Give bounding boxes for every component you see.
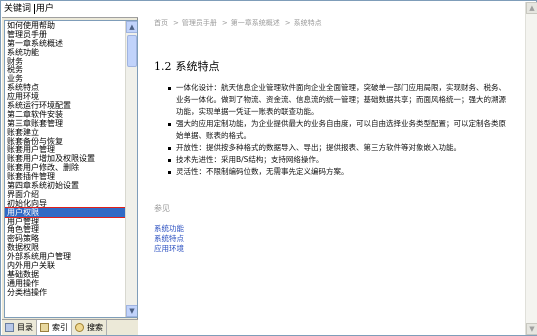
tab-label: 索引: [52, 323, 68, 332]
index-list-box: 如何使用帮助 管理员手册 第一章系统概述 系统功能 财务 税务 业务 系统特点 应用环境 系统运行…: [4, 20, 138, 318]
navigation-pane: 关键词 用户 如何使用帮助 管理员手册 第一章系统概述 系统功能 财务 税务 业务 系统特点应…: [2, 2, 138, 335]
breadcrumb-separator: >: [284, 19, 291, 27]
breadcrumb-separator: >: [173, 19, 179, 27]
breadcrumb-chapter[interactable]: 第一章系统概述: [231, 19, 280, 27]
scroll-up-icon[interactable]: ▲: [126, 21, 137, 33]
list-item: 一体化设计：航天信息企业管理软件面向企业全面管理，突破单一部门应用局限，实现财务…: [168, 82, 508, 118]
list-item[interactable]: 账套用户修改、删除: [5, 163, 126, 172]
keyword-label: 关键词: [4, 4, 32, 14]
list-item[interactable]: 外部系统用户管理: [5, 252, 126, 261]
list-item[interactable]: 内外用户关联: [5, 261, 126, 270]
list-item[interactable]: 账套建立: [5, 128, 126, 137]
index-icon: [40, 323, 49, 332]
list-item[interactable]: 系统功能: [5, 48, 126, 57]
breadcrumb-manual[interactable]: 管理员手册: [182, 19, 217, 27]
list-item[interactable]: 财务: [5, 57, 126, 66]
search-icon: [75, 323, 84, 332]
list-item[interactable]: 密码策略: [5, 234, 126, 243]
link-environment[interactable]: 应用环境: [154, 244, 184, 254]
keyword-input[interactable]: 用户: [33, 4, 54, 14]
feature-list: 一体化设计：航天信息企业管理软件面向企业全面管理，突破单一部门应用局限，实现财务…: [168, 82, 508, 178]
list-item[interactable]: 数据权限: [5, 243, 126, 252]
list-item[interactable]: 角色管理: [5, 225, 126, 235]
list-item[interactable]: 业务: [5, 74, 126, 83]
list-item[interactable]: 系统特点: [5, 83, 126, 92]
list-item: 灵活性：不限制编码位数，无需事先定义编码方案。: [168, 166, 508, 178]
list-item[interactable]: 账套用户增加及权限设置: [5, 154, 126, 163]
list-item[interactable]: 第一章系统概述: [5, 39, 126, 48]
tab-search[interactable]: 搜索: [72, 320, 107, 335]
breadcrumb-home[interactable]: 首页: [154, 19, 168, 27]
list-item[interactable]: 第三章账套管理: [5, 119, 126, 128]
tab-label: 目录: [17, 323, 33, 332]
list-item[interactable]: 应用环境: [5, 92, 126, 101]
list-item[interactable]: 税务: [5, 65, 126, 75]
link-system-features[interactable]: 系统特点: [154, 234, 184, 244]
scroll-down-icon[interactable]: ▼: [526, 323, 537, 335]
list-item[interactable]: 账套用户管理: [5, 145, 126, 155]
breadcrumb-separator: >: [221, 19, 228, 27]
list-item[interactable]: 用户权限: [5, 206, 127, 218]
scroll-down-icon[interactable]: ▼: [126, 305, 137, 317]
list-item: 开放性：提供按多种格式的数据导入、导出；提供报表、第三方软件等对象嵌入功能。: [168, 142, 508, 154]
keyword-bar: 关键词 用户: [2, 2, 138, 18]
see-also-heading: 参见: [154, 204, 170, 213]
list-item[interactable]: 基础数据: [5, 270, 126, 279]
page-title: 1.2 系统特点: [154, 58, 220, 74]
list-item: 强大的应用定制功能，为企业提供最大的业务自由度，可以自由选择业务类型配置；可以定…: [168, 118, 508, 142]
help-window: 关键词 用户 如何使用帮助 管理员手册 第一章系统概述 系统功能 财务 税务 业务 系统特点应…: [0, 0, 537, 336]
book-icon: [5, 323, 14, 332]
list-item: 技术先进性：采用B/S结构；支持网络操作。: [168, 154, 508, 166]
list-item[interactable]: 如何使用帮助: [5, 21, 126, 30]
list-item[interactable]: 分类档操作: [5, 288, 126, 297]
list-item[interactable]: 系统运行环境配置: [5, 101, 126, 110]
index-list: 如何使用帮助 管理员手册 第一章系统概述 系统功能 财务 税务 业务 系统特点 应用环境 系统运行…: [5, 21, 127, 297]
list-item[interactable]: 第四章系统初始设置: [5, 181, 126, 190]
tab-index[interactable]: 索引: [37, 320, 72, 335]
content-pane: 首页 > 管理员手册 > 第一章系统概述 > 系统特点 1.2 系统特点 一体化设计：航天信息…: [140, 2, 537, 335]
list-item[interactable]: 初始化向导: [5, 199, 126, 208]
index-scrollbar[interactable]: ▲ ▼: [125, 21, 137, 317]
list-item[interactable]: 第二章软件安装: [5, 110, 126, 119]
tab-label: 搜索: [87, 323, 103, 332]
list-item[interactable]: 用户管理: [5, 217, 126, 226]
nav-tabs: 目录 索引 搜索: [2, 319, 138, 335]
list-item[interactable]: 界面介绍: [5, 190, 126, 199]
tab-contents[interactable]: 目录: [2, 320, 37, 335]
list-item[interactable]: 账套插件管理: [5, 172, 126, 181]
related-links: 系统功能 系统特点 应用环境: [154, 224, 184, 254]
link-system-functions[interactable]: 系统功能: [154, 224, 184, 234]
list-item[interactable]: 管理员手册: [5, 30, 126, 39]
list-item[interactable]: 通用操作: [5, 279, 126, 288]
list-item[interactable]: 账套备份与恢复: [5, 137, 126, 146]
breadcrumb-current: 系统特点: [293, 19, 322, 27]
section-number: 1.2: [154, 60, 172, 73]
section-title: 系统特点: [175, 60, 220, 73]
scroll-thumb[interactable]: [127, 35, 137, 67]
content-scrollbar[interactable]: ▲ ▼: [525, 2, 537, 335]
breadcrumb: 首页 > 管理员手册 > 第一章系统概述 > 系统特点: [154, 18, 324, 28]
scroll-up-icon[interactable]: ▲: [526, 2, 537, 14]
